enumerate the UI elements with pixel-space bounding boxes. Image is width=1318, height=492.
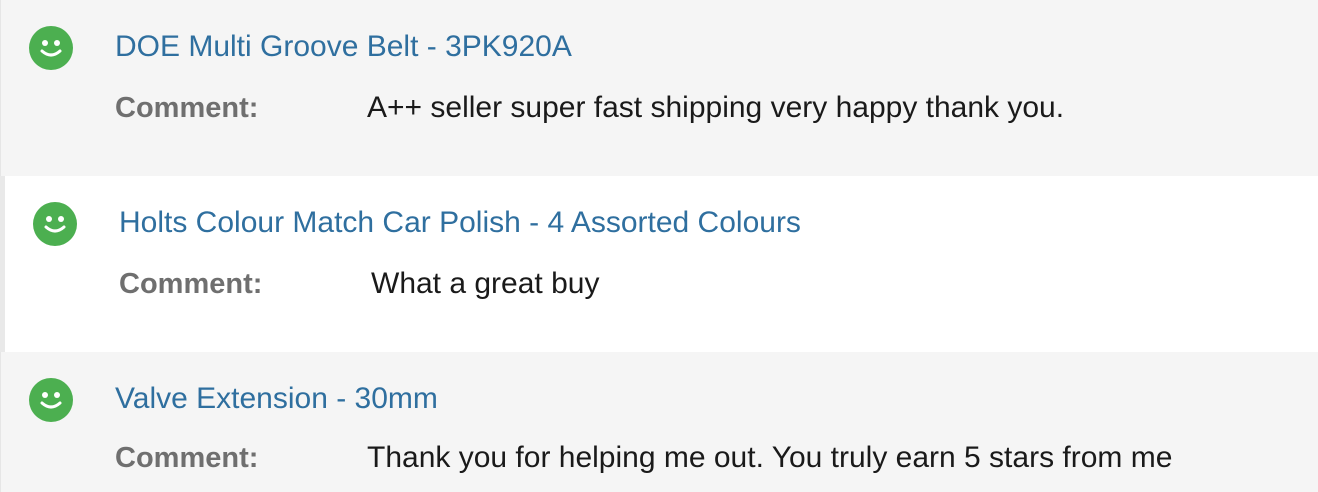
item-title-link[interactable]: DOE Multi Groove Belt - 3PK920A: [115, 27, 572, 67]
comment-label: Comment:: [115, 92, 259, 124]
comment-label: Comment:: [119, 268, 263, 300]
item-title-link[interactable]: Valve Extension - 30mm: [115, 379, 438, 419]
feedback-item: Valve Extension - 30mm Comment: Thank yo…: [0, 352, 1318, 492]
positive-smiley-icon: [33, 202, 77, 246]
comment-text: Thank you for helping me out. You truly …: [367, 441, 1173, 474]
feedback-list: DOE Multi Groove Belt - 3PK920A Comment:…: [0, 0, 1318, 492]
comment-text: A++ seller super fast shipping very happ…: [367, 91, 1065, 124]
feedback-item: DOE Multi Groove Belt - 3PK920A Comment:…: [0, 0, 1318, 176]
item-title-link[interactable]: Holts Colour Match Car Polish - 4 Assort…: [119, 203, 801, 243]
feedback-item: Holts Colour Match Car Polish - 4 Assort…: [0, 176, 1318, 352]
positive-smiley-icon: [29, 378, 73, 422]
comment-label: Comment:: [115, 442, 259, 474]
positive-smiley-icon: [29, 26, 73, 70]
comment-text: What a great buy: [371, 267, 600, 300]
